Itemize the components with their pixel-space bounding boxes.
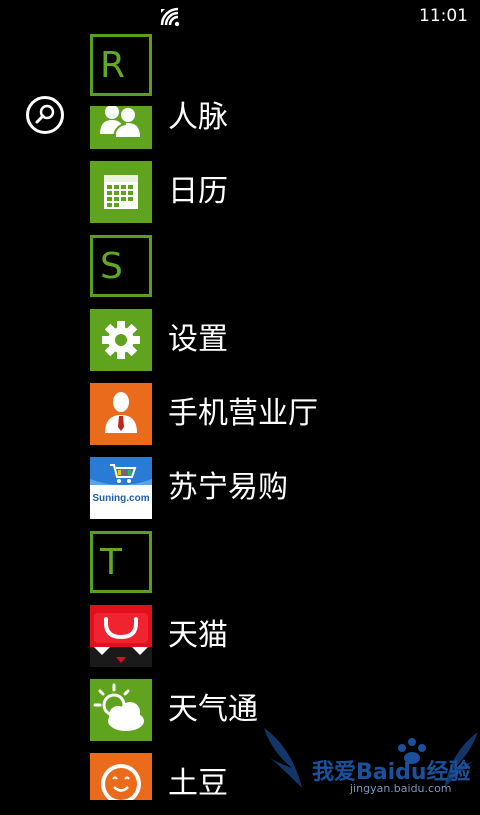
letter-tile[interactable]: S (90, 235, 152, 297)
suning-logo-text: Suning.com (92, 493, 149, 504)
weather-icon (90, 679, 152, 741)
app-item-settings[interactable]: 设置 (90, 309, 470, 371)
people-icon (90, 106, 152, 149)
app-item-tmall[interactable]: 天猫 (90, 605, 470, 667)
app-label: 人脉 (168, 100, 228, 135)
app-label: 土豆 (168, 766, 228, 801)
calendar-icon (90, 161, 152, 223)
status-clock: 11:01 (419, 6, 468, 26)
tmall-icon (90, 605, 152, 667)
app-label: 日历 (168, 174, 228, 209)
letter-group-t[interactable]: T (90, 531, 470, 593)
status-bar: 11:01 (0, 0, 480, 32)
letter-tile[interactable]: R (90, 34, 152, 96)
search-icon (35, 104, 55, 124)
watermark-url: jingyan.baidu.com (350, 782, 452, 795)
tudou-icon (90, 753, 152, 800)
app-label: 天气通 (168, 692, 258, 727)
app-item-business-hall[interactable]: 手机营业厅 (90, 383, 470, 445)
app-label: 天猫 (168, 618, 228, 653)
app-label: 苏宁易购 (168, 470, 288, 505)
app-label: 手机营业厅 (168, 396, 318, 431)
app-item-calendar[interactable]: 日历 (90, 161, 470, 223)
business-hall-icon (90, 383, 152, 445)
gear-icon (90, 309, 152, 371)
letter-tile[interactable]: T (90, 531, 152, 593)
app-item-suning[interactable]: Suning.com 苏宁易购 (90, 457, 470, 519)
app-item-people[interactable]: 人脉 (90, 100, 470, 149)
suning-icon: Suning.com (90, 457, 152, 519)
baidu-watermark: 我爱Baidu经验 jingyan.baidu.com (262, 718, 480, 800)
search-button[interactable] (26, 96, 64, 134)
letter-group-s[interactable]: S (90, 235, 470, 297)
letter-group-r[interactable]: R (90, 34, 470, 96)
wifi-icon (158, 5, 184, 27)
app-label: 设置 (168, 322, 228, 357)
